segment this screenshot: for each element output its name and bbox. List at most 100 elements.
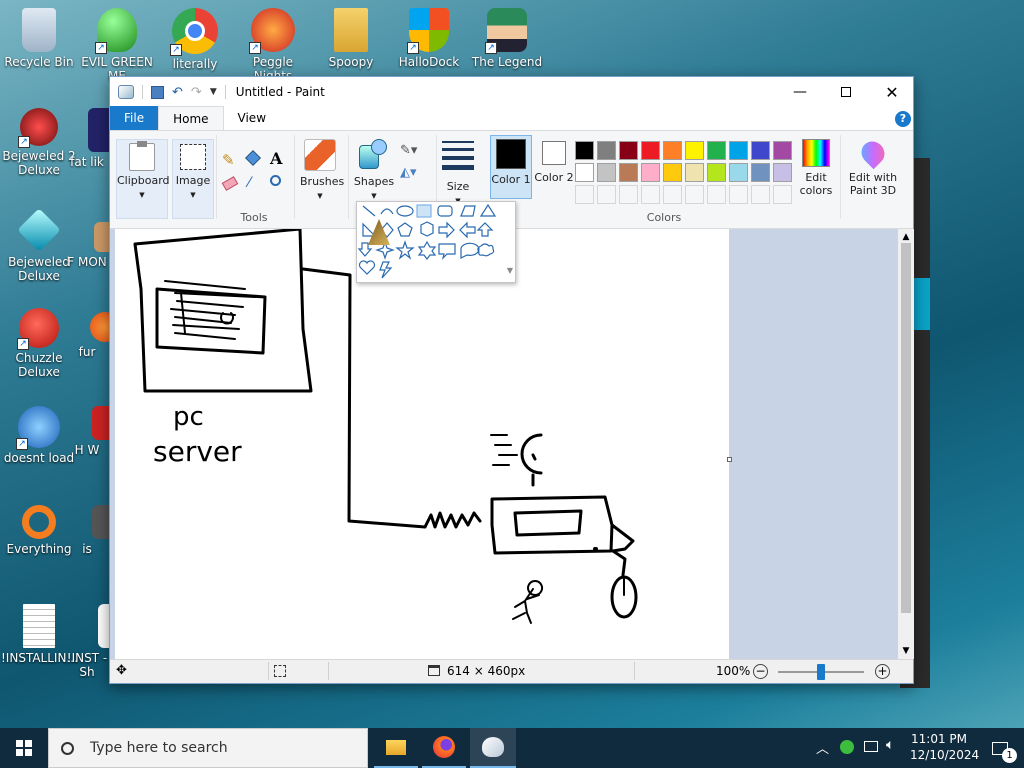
notification-button[interactable]: 1: [980, 728, 1020, 768]
resize-handle[interactable]: [727, 457, 732, 462]
desktop-icon-f-mon[interactable]: F MON: [64, 222, 110, 269]
canvas-area: pc server: [110, 229, 898, 659]
palette-swatch[interactable]: [597, 141, 616, 160]
fill-icon[interactable]: [245, 150, 261, 166]
zoom-slider-thumb[interactable]: [817, 664, 825, 680]
palette-swatch[interactable]: [685, 141, 704, 160]
palette-swatch[interactable]: [641, 141, 660, 160]
palette-swatch[interactable]: [663, 185, 682, 204]
user-tray-icon[interactable]: [840, 740, 854, 754]
show-hidden-icons-icon[interactable]: ︿: [816, 738, 829, 757]
scroll-down-icon[interactable]: ▼: [507, 266, 513, 275]
palette-swatch[interactable]: [729, 141, 748, 160]
tab-home[interactable]: Home: [158, 106, 224, 130]
brushes-button[interactable]: Brushes ▼: [300, 139, 344, 219]
palette-swatch[interactable]: [641, 163, 660, 182]
palette-swatch[interactable]: [685, 163, 704, 182]
bejeweled-2-icon: ↗: [18, 108, 58, 148]
palette-swatch[interactable]: [751, 185, 770, 204]
text-icon[interactable]: A: [270, 149, 282, 168]
vertical-scrollbar[interactable]: ▲ ▼: [898, 229, 914, 659]
redo-icon[interactable]: ↷: [191, 85, 202, 100]
palette-swatch[interactable]: [619, 141, 638, 160]
volume-icon[interactable]: 🔈︎: [886, 737, 894, 753]
desktop-icon-inst-sh[interactable]: !INST - Sh: [64, 604, 110, 679]
desktop-icon-literally[interactable]: ↗ literally: [157, 8, 233, 71]
fill-style-icon[interactable]: ◭▾: [400, 165, 417, 180]
color1-button[interactable]: Color 1: [490, 135, 532, 199]
clipboard-button[interactable]: Clipboard ▼: [116, 139, 170, 219]
palette-swatch[interactable]: [597, 185, 616, 204]
palette-swatch[interactable]: [619, 163, 638, 182]
clock[interactable]: 11:01 PM 12/10/2024: [910, 731, 979, 763]
palette-swatch[interactable]: [575, 185, 594, 204]
canvas-size-icon: [428, 665, 440, 676]
palette-swatch[interactable]: [773, 163, 792, 182]
desktop-icon-recycle-bin[interactable]: Recycle Bin: [1, 8, 77, 69]
minimize-button[interactable]: —: [777, 77, 823, 107]
palette-swatch[interactable]: [575, 163, 594, 182]
palette-swatch[interactable]: [619, 185, 638, 204]
palette-swatch[interactable]: [641, 185, 660, 204]
title-bar: ↶ ↷ ▼ Untitled - Paint — ✕: [110, 77, 913, 107]
search-box[interactable]: Type here to search: [48, 728, 368, 768]
zoom-in-button[interactable]: +: [875, 664, 890, 679]
undo-icon[interactable]: ↶: [172, 85, 183, 100]
notification-badge: 1: [1002, 748, 1017, 763]
close-button[interactable]: ✕: [869, 77, 915, 107]
right-arrow-shape-icon: [438, 221, 455, 239]
desktop-icon-spoopy[interactable]: Spoopy: [313, 8, 389, 69]
start-button[interactable]: [0, 728, 48, 768]
paint-app-icon[interactable]: [118, 85, 134, 99]
desktop-icon-fat-lik[interactable]: fat lik: [64, 108, 110, 169]
tools-label: Tools: [240, 211, 268, 224]
ribbon-tabs: File Home View ?: [110, 106, 913, 131]
tab-file[interactable]: File: [110, 106, 159, 130]
palette-swatch[interactable]: [707, 185, 726, 204]
tab-view[interactable]: View: [224, 106, 280, 130]
taskbar-firefox[interactable]: [422, 728, 466, 768]
save-icon[interactable]: [151, 85, 164, 99]
palette-swatch[interactable]: [773, 141, 792, 160]
desktop-icon-peggle-nights[interactable]: ↗ Peggle Nights: [235, 8, 311, 83]
firefox-icon: [433, 736, 455, 758]
edit-colors-button[interactable]: Edit colors: [796, 139, 836, 209]
zoom-slider[interactable]: [778, 664, 864, 680]
desktop-icon-is[interactable]: is: [64, 505, 110, 556]
palette-swatch[interactable]: [751, 163, 770, 182]
pencil-icon[interactable]: ✎: [222, 151, 235, 169]
palette-swatch[interactable]: [707, 141, 726, 160]
palette-swatch[interactable]: [685, 185, 704, 204]
zoom-out-button[interactable]: −: [753, 664, 768, 679]
palette-swatch[interactable]: [663, 163, 682, 182]
palette-swatch[interactable]: [751, 141, 770, 160]
customize-quick-access-icon[interactable]: ▼: [210, 87, 217, 97]
desktop-icon-fur[interactable]: fur: [64, 312, 110, 359]
desktop-icon-the-legend[interactable]: ↗ The Legend: [469, 8, 545, 69]
palette-swatch[interactable]: [707, 163, 726, 182]
desktop-icon-evil-green-me[interactable]: ↗ EVIL GREEN ME: [79, 8, 155, 83]
color-picker-icon[interactable]: ⁄: [248, 175, 250, 191]
drawing-canvas[interactable]: pc server: [115, 229, 732, 659]
desktop-icon-hallodock[interactable]: ↗ HalloDock: [391, 8, 467, 69]
network-icon[interactable]: [864, 741, 878, 752]
palette-swatch[interactable]: [575, 141, 594, 160]
taskbar-file-explorer[interactable]: [374, 728, 418, 768]
help-icon[interactable]: ?: [895, 111, 911, 127]
maximize-button[interactable]: [823, 77, 869, 107]
eraser-icon[interactable]: [221, 176, 239, 191]
color2-button[interactable]: Color 2: [534, 135, 574, 199]
desktop-icon-h-w[interactable]: H W: [64, 406, 110, 457]
palette-swatch[interactable]: [597, 163, 616, 182]
outline-icon[interactable]: ✎▾: [400, 143, 417, 158]
palette-swatch[interactable]: [663, 141, 682, 160]
taskbar-paint[interactable]: [470, 728, 516, 768]
magnifier-icon[interactable]: [270, 175, 281, 186]
palette-swatch[interactable]: [773, 185, 792, 204]
image-button[interactable]: Image ▼: [172, 139, 214, 219]
scroll-down-icon[interactable]: ▼: [898, 643, 914, 659]
scroll-thumb[interactable]: [901, 243, 911, 613]
palette-swatch[interactable]: [729, 185, 748, 204]
palette-swatch[interactable]: [729, 163, 748, 182]
edit-with-paint3d-button[interactable]: Edit with Paint 3D: [844, 136, 902, 209]
